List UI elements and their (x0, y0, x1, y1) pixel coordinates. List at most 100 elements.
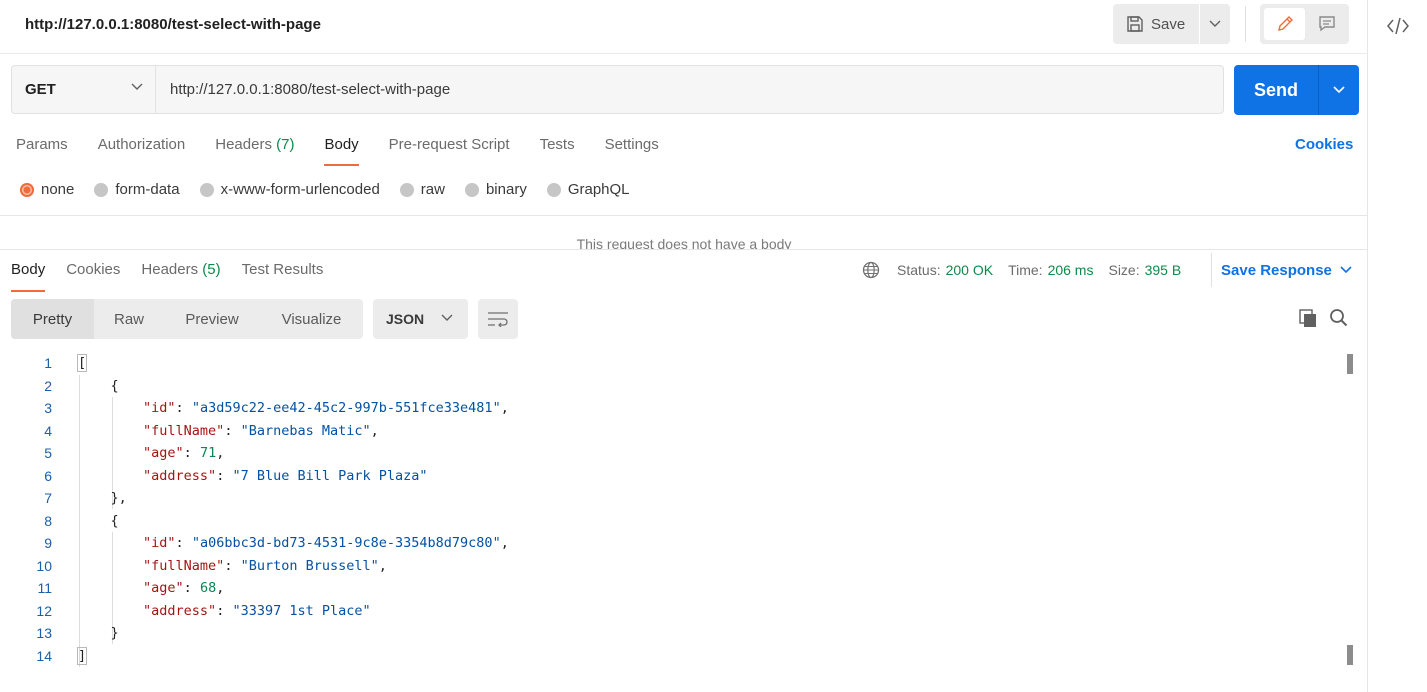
tab-params-label: Params (16, 136, 68, 153)
code-line: 6 "address": "7 Blue Bill Park Plaza" (0, 465, 1340, 488)
scrollbar-thumb-bottom[interactable] (1347, 645, 1353, 665)
tab-authorization[interactable]: Authorization (98, 132, 186, 166)
response-tab-test-results[interactable]: Test Results (242, 258, 324, 292)
radio-raw[interactable]: raw (399, 181, 445, 198)
headers-count: (7) (276, 136, 295, 153)
radio-dot (199, 182, 214, 197)
code-text: "fullName": "Barnebas Matic", (143, 422, 379, 439)
response-tab-body[interactable]: Body (11, 258, 46, 292)
radio-graphql[interactable]: GraphQL (546, 181, 630, 198)
radio-urlencoded[interactable]: x-www-form-urlencoded (199, 181, 380, 198)
code-line: 11 "age": 68, (0, 577, 1340, 600)
line-number: 11 (37, 580, 52, 597)
radio-form-data[interactable]: form-data (94, 181, 180, 198)
send-dropdown-button[interactable] (1319, 65, 1359, 115)
method-label: GET (25, 81, 56, 98)
comment-mode-button[interactable] (1308, 8, 1345, 40)
copy-icon[interactable] (1298, 308, 1318, 328)
view-mode-group: Pretty Raw Preview Visualize (11, 299, 363, 339)
method-select[interactable]: GET (12, 66, 156, 113)
title-bar: http://127.0.0.1:8080/test-select-with-p… (0, 0, 1368, 54)
line-number: 6 (44, 467, 52, 484)
radio-urlencoded-label: x-www-form-urlencoded (220, 181, 380, 198)
header-divider (1245, 6, 1246, 42)
pencil-icon (1277, 16, 1293, 31)
code-line: 9 "id": "a06bbc3d-bd73-4531-9c8e-3354b8d… (0, 532, 1340, 555)
json-key: "fullName" (143, 422, 225, 439)
status-value[interactable]: 200 OK (946, 262, 993, 278)
size-value[interactable]: 395 B (1145, 262, 1182, 278)
url-input[interactable] (157, 66, 1223, 113)
tab-settings[interactable]: Settings (605, 132, 659, 166)
save-response-label: Save Response (1221, 261, 1332, 279)
response-tab-cookies[interactable]: Cookies (66, 258, 120, 292)
view-preview-button[interactable]: Preview (164, 299, 260, 339)
tab-prerequest-script[interactable]: Pre-request Script (389, 132, 510, 166)
pane-resize-handle[interactable] (0, 249, 1368, 250)
format-select[interactable]: JSON (373, 299, 468, 339)
tab-headers[interactable]: Headers (7) (215, 132, 294, 166)
code-text: } (78, 625, 119, 642)
globe-icon[interactable] (862, 261, 880, 279)
json-key: "address" (143, 467, 217, 484)
save-label: Save (1151, 15, 1186, 33)
line-number: 2 (44, 377, 52, 394)
response-tab-headers[interactable]: Headers (5) (141, 258, 220, 292)
radio-dot-selected (20, 182, 34, 197)
radio-dot (464, 182, 479, 197)
code-snippet-icon[interactable] (1386, 14, 1410, 38)
line-number: 14 (36, 647, 52, 664)
request-title[interactable]: http://127.0.0.1:8080/test-select-with-p… (25, 16, 321, 33)
view-pretty-button[interactable]: Pretty (11, 299, 94, 339)
code-line: 3 "id": "a3d59c22-ee42-45c2-997b-551fce3… (0, 397, 1340, 420)
view-raw-button[interactable]: Raw (94, 299, 164, 339)
response-body-editor[interactable]: 1[ 2 { 3 "id": "a3d59c22-ee42-45c2-997b-… (0, 352, 1360, 692)
json-punct: [ (76, 354, 88, 373)
tab-params[interactable]: Params (16, 132, 68, 166)
send-button[interactable]: Send (1234, 65, 1318, 115)
view-visualize-button[interactable]: Visualize (260, 299, 363, 339)
code-text: ] (76, 646, 88, 665)
code-text: "address": "7 Blue Bill Park Plaza" (143, 467, 428, 484)
line-number: 8 (44, 512, 52, 529)
radio-binary-label: binary (485, 181, 527, 198)
code-line: 1[ (0, 352, 1340, 375)
cookies-link[interactable]: Cookies (1295, 136, 1353, 153)
save-response-button[interactable]: Save Response (1211, 253, 1352, 287)
chevron-down-icon (441, 314, 453, 321)
scrollbar-thumb-top[interactable] (1347, 354, 1353, 374)
tab-body[interactable]: Body (324, 132, 359, 166)
code-line: 8 { (0, 510, 1340, 533)
radio-graphql-label: GraphQL (567, 181, 630, 198)
line-number: 9 (44, 535, 52, 552)
size-label: Size: (1108, 262, 1140, 278)
time-value[interactable]: 206 ms (1048, 262, 1094, 278)
json-value: Burton Brussell (248, 557, 371, 574)
json-key: "id" (143, 535, 176, 552)
tab-prerequest-label: Pre-request Script (388, 136, 510, 153)
response-headers-count: (5) (202, 261, 221, 278)
radio-dot (399, 182, 414, 197)
code-text: "age": 71, (143, 445, 225, 462)
search-icon[interactable] (1329, 308, 1349, 328)
line-number: 3 (44, 400, 52, 417)
save-button[interactable]: Save (1113, 4, 1199, 44)
code-text: "id": "a06bbc3d-bd73-4531-9c8e-3354b8d79… (143, 535, 509, 552)
wrap-lines-button[interactable] (478, 299, 518, 339)
json-key: "address" (143, 602, 217, 619)
code-line: 7 }, (0, 487, 1340, 510)
radio-binary[interactable]: binary (464, 181, 527, 198)
tab-authorization-label: Authorization (97, 136, 186, 153)
code-line: 12 "address": "33397 1st Place" (0, 600, 1340, 623)
tab-tests[interactable]: Tests (540, 132, 575, 166)
response-tab-body-label: Body (11, 261, 46, 278)
send-group: Send (1234, 65, 1359, 115)
edit-mode-button[interactable] (1264, 8, 1305, 40)
json-string: "a3d59c22-ee42-45c2-997b-551fce33e481" (191, 400, 501, 417)
json-value: 68 (199, 580, 217, 597)
response-tab-cookies-label: Cookies (66, 261, 121, 278)
radio-none[interactable]: none (20, 181, 74, 198)
line-number: 13 (36, 625, 52, 642)
save-dropdown-button[interactable] (1200, 4, 1230, 44)
code-line: 14] (0, 645, 1340, 668)
